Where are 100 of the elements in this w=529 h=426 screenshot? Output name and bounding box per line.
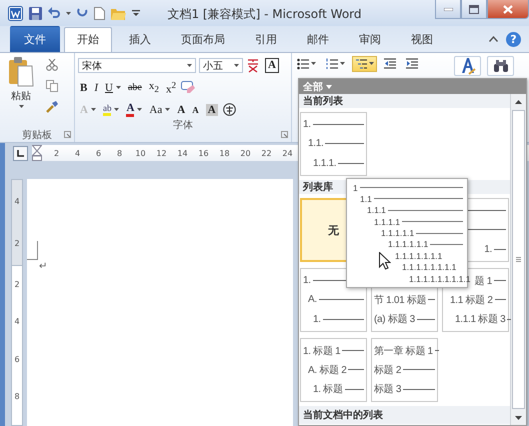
increase-indent-button[interactable] [403,56,421,72]
list-level-label: A. 标题 2 [308,364,346,377]
format-button[interactable]: A [204,102,220,118]
format-button[interactable]: A [263,58,281,74]
format-button[interactable]: I [92,80,100,96]
ruler-number: 6 [14,354,20,364]
dialog-launcher-icon[interactable] [281,131,288,138]
outdent-icon [384,58,396,70]
format-button[interactable]: x$^{2}$ [164,80,178,96]
scroll-thumb[interactable] [512,110,525,409]
ruler-number: 6 [94,148,102,158]
format-button[interactable]: x$_{2}$ [146,80,161,96]
caret-icon[interactable] [66,12,71,14]
customize-icon[interactable] [132,9,140,17]
font-name-field[interactable]: 宋体 [78,58,196,73]
cut-icon[interactable] [46,59,58,71]
mouse-pointer-icon [379,252,391,270]
list-thumbnail[interactable]: 1. 标题 1 A. 标题 2 1. 标题 [300,338,367,402]
help-button[interactable]: ? [506,32,521,46]
caret-icon[interactable] [234,64,239,67]
format-button[interactable]: B [78,80,90,96]
format-button[interactable]: A [175,102,188,118]
paragraph-mark: ↵ [39,261,48,272]
scroll-up-icon[interactable] [515,100,522,104]
ribbon-tab[interactable]: 审阅 [346,27,394,52]
ruler-number: 20 [239,148,252,158]
save-icon[interactable] [29,6,42,20]
caret-icon[interactable] [311,62,316,65]
group-label: 剪贴板 [22,130,52,141]
list-level-label: 标题 3 [374,382,402,396]
list-level-label: A. [308,294,317,306]
file-tab[interactable]: 文件 [10,26,60,52]
ribbon-tab[interactable]: 视图 [398,27,446,52]
styles-icon [460,57,476,75]
format-button[interactable]: A [124,102,144,118]
list-level-label: 1. [303,275,311,286]
list-level-label: 节 1.01 标题 [374,294,426,307]
ribbon-tab[interactable]: 开始 [64,27,112,52]
caret-icon[interactable] [90,108,96,111]
format-button[interactable]: Aa [147,102,172,118]
section-heading: 当前列表 [299,94,510,108]
format-button[interactable]: abe [126,80,144,96]
clear-formatting-icon[interactable] [181,81,196,94]
scroll-down-icon[interactable] [515,416,522,420]
format-button[interactable]: ab [100,102,122,118]
ribbon-tab[interactable]: 插入 [116,27,164,52]
list-level-label: 1. [303,119,311,130]
dialog-launcher-icon[interactable] [64,131,71,138]
format-button[interactable]: A [190,102,201,118]
caret-icon[interactable] [165,108,170,111]
ribbon-tab[interactable]: 引用 [242,27,290,52]
list-thumbnail[interactable]: 1. A. 1. [300,268,367,332]
format-painter-icon[interactable] [46,101,58,113]
font-size-field[interactable]: 小五 [199,58,243,73]
font-size: 小五 [203,60,223,72]
close-button[interactable] [487,0,529,19]
decrease-indent-button[interactable] [381,56,399,72]
tab-selector[interactable] [13,146,28,161]
styles-button[interactable] [454,56,481,76]
copy-icon[interactable] [46,80,58,92]
list-level-label: 标题 2 [374,364,402,377]
collapse-ribbon-icon[interactable] [489,36,498,42]
ruler-number: 24 [281,148,294,158]
multilevel-icon [355,58,367,70]
ruler-number: 2 [14,239,20,248]
window-title: 文档1 [兼容模式] - Microsoft Word [167,7,362,21]
list-thumbnail[interactable]: 第一章 标题 1 标题 2 标题 3 [371,338,438,402]
ribbon-tab[interactable]: 邮件 [294,27,342,52]
left-tab-icon [17,150,24,157]
enclose-character-icon[interactable] [222,103,236,116]
undo-icon[interactable] [48,7,60,19]
list-thumbnail[interactable]: 1. 1.1. 1.1.1. [300,112,367,176]
paste-button[interactable]: 粘贴 [0,53,38,128]
new-document-icon[interactable] [94,6,105,20]
ruler-number: 16 [197,148,210,158]
multilevel-list-button[interactable] [352,56,377,72]
list-level-label: (a) 标题 3 [374,312,415,326]
find-button[interactable] [487,56,514,76]
list-level-label: 1. 标题 1 [303,344,340,358]
caret-icon[interactable] [340,62,345,65]
caret-icon[interactable] [369,62,374,65]
bullets-button[interactable] [294,56,319,72]
ribbon-tab[interactable]: 页面布局 [168,27,238,52]
indent-marker-icon[interactable] [32,145,42,161]
caret-icon[interactable] [114,108,120,111]
ruler-number: 14 [176,148,189,158]
maximize-icon [469,4,479,14]
grip-icon [516,257,521,262]
minimize-button[interactable] [435,0,461,19]
list-level-label: 1.1. [308,138,324,150]
caret-icon[interactable] [137,108,142,111]
ruler-number: 12 [155,148,168,158]
caret-icon[interactable] [187,64,192,67]
format-button[interactable]: U [103,80,123,96]
caret-icon [326,84,332,88]
redo-icon[interactable] [77,7,88,19]
caret-icon[interactable] [19,105,24,108]
caret-icon[interactable] [116,86,121,89]
maximize-button[interactable] [461,0,487,19]
phonetic-guide-icon[interactable] [246,58,260,72]
